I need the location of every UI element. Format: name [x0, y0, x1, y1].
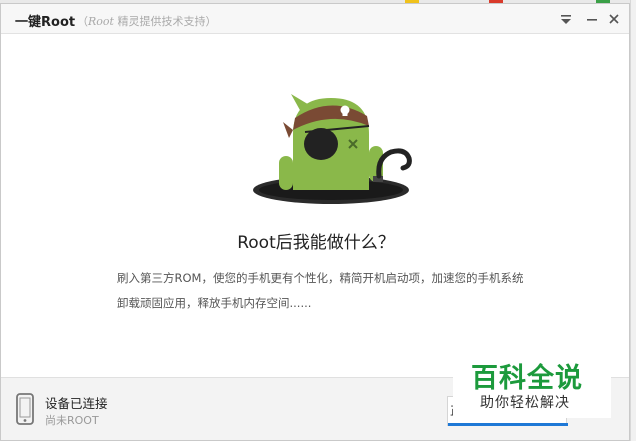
root-status: 尚未ROOT [45, 414, 99, 427]
device-connection-status: 设备已连接 [45, 396, 108, 411]
description: 刷入第三方ROM，使您的手机更有个性化，精简开机启动项，加速您的手机系统 卸载顽… [117, 266, 567, 316]
description-line-2: 卸载顽固应用，释放手机内存空间...... [117, 296, 312, 310]
watermark-subtitle: 助你轻松解决 [480, 395, 570, 411]
minimize-icon[interactable] [583, 10, 601, 28]
menu-icon[interactable] [557, 10, 575, 28]
watermark-logo: 百科全说 助你轻松解决 [453, 356, 611, 418]
app-title: 一键Root [15, 15, 76, 30]
android-pirate-mascot-icon [253, 94, 412, 204]
watermark-title: 百科全说 [471, 363, 583, 394]
headline: Root后我能做什么？ [237, 233, 395, 253]
phone-icon [16, 393, 34, 425]
title-bar[interactable]: 一键Root （Root 精灵提供技术支持） [1, 4, 629, 34]
background-right-edge [630, 0, 636, 441]
app-subtitle: （Root 精灵提供技术支持） [77, 15, 217, 28]
close-icon[interactable] [605, 10, 623, 28]
root-app-window: 一键Root （Root 精灵提供技术支持） Root后我能做什么？ 刷入第三方… [0, 3, 630, 441]
description-line-1: 刷入第三方ROM，使您的手机更有个性化，精简开机启动项，加速您的手机系统 [117, 271, 524, 285]
subtitle-brand: Root [88, 15, 114, 28]
